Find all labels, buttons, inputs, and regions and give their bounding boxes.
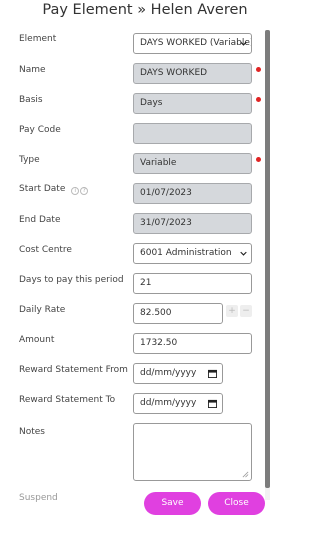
days-to-pay-input[interactable]: 21 bbox=[133, 273, 252, 294]
close-button[interactable]: Close bbox=[208, 492, 265, 515]
name-field[interactable]: DAYS WORKED bbox=[133, 63, 252, 84]
calendar-icon[interactable] bbox=[208, 369, 217, 378]
page-title: Pay Element » Helen Averen bbox=[42, 2, 248, 18]
notes-textarea[interactable] bbox=[133, 423, 252, 481]
daily-rate-label: Daily Rate bbox=[19, 305, 66, 315]
end-date-field[interactable]: 31/07/2023 bbox=[133, 213, 252, 234]
info-icon[interactable]: i bbox=[71, 187, 80, 195]
increment-button[interactable]: + bbox=[226, 305, 238, 317]
chevron-down-icon bbox=[240, 251, 247, 256]
basis-label: Basis bbox=[19, 95, 43, 105]
reward-to-placeholder: dd/mm/yyyy bbox=[140, 398, 197, 408]
notes-label: Notes bbox=[19, 427, 45, 437]
suspend-label: Suspend bbox=[19, 493, 58, 503]
element-label: Element bbox=[19, 34, 57, 44]
reward-from-placeholder: dd/mm/yyyy bbox=[140, 368, 197, 378]
amount-label: Amount bbox=[19, 335, 55, 345]
start-date-label-text: Start Date bbox=[19, 184, 66, 194]
element-select[interactable]: DAYS WORKED (Variable) bbox=[133, 33, 252, 54]
reward-from-label: Reward Statement From bbox=[19, 365, 128, 375]
help-icon[interactable]: ? bbox=[80, 187, 89, 195]
required-indicator bbox=[256, 67, 261, 72]
amount-input[interactable]: 1732.50 bbox=[133, 333, 252, 354]
reward-from-date-input[interactable]: dd/mm/yyyy bbox=[133, 363, 223, 384]
days-to-pay-label: Days to pay this period bbox=[19, 275, 124, 285]
name-label: Name bbox=[19, 65, 46, 75]
pay-code-label: Pay Code bbox=[19, 125, 61, 135]
cost-centre-select[interactable]: 6001 Administration bbox=[133, 243, 252, 264]
chevron-down-icon bbox=[240, 41, 247, 46]
required-indicator bbox=[256, 157, 261, 162]
start-date-label: Start Date i? bbox=[19, 184, 89, 195]
pay-code-field[interactable] bbox=[133, 123, 252, 144]
required-indicator bbox=[256, 97, 261, 102]
scrollbar-thumb[interactable] bbox=[265, 30, 270, 488]
start-date-field[interactable]: 01/07/2023 bbox=[133, 183, 252, 204]
basis-field[interactable]: Days bbox=[133, 93, 252, 114]
type-field[interactable]: Variable bbox=[133, 153, 252, 174]
decrement-button[interactable]: − bbox=[240, 305, 252, 317]
reward-to-label: Reward Statement To bbox=[19, 395, 116, 405]
type-label: Type bbox=[19, 155, 40, 165]
cost-centre-select-value: 6001 Administration bbox=[140, 248, 232, 258]
save-button[interactable]: Save bbox=[144, 492, 201, 515]
end-date-label: End Date bbox=[19, 215, 61, 225]
resize-handle-icon[interactable] bbox=[242, 471, 249, 478]
element-select-value: DAYS WORKED (Variable) bbox=[140, 38, 252, 48]
daily-rate-input[interactable]: 82.500 bbox=[133, 303, 223, 324]
reward-to-date-input[interactable]: dd/mm/yyyy bbox=[133, 393, 223, 414]
calendar-icon[interactable] bbox=[208, 399, 217, 408]
cost-centre-label: Cost Centre bbox=[19, 245, 72, 255]
